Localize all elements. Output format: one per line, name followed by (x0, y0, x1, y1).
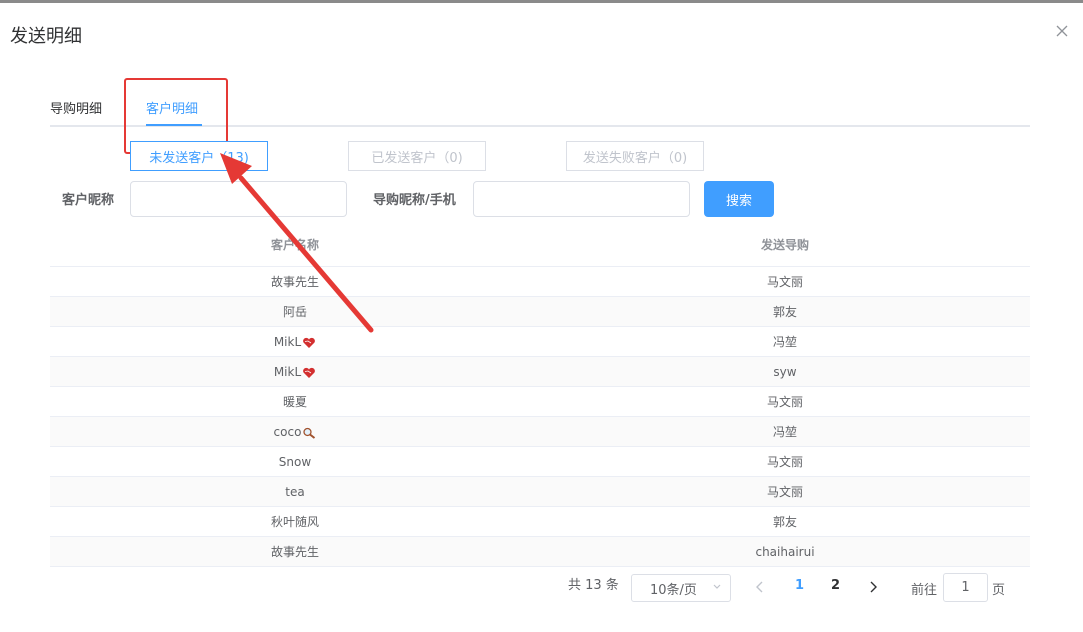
goto-prefix-label: 前往 (911, 583, 938, 598)
sending-guide-cell: syw (773, 365, 797, 379)
customer-name-text: 故事先生 (270, 545, 319, 559)
customer-nickname-label: 客户昵称 (62, 193, 115, 208)
customer-name-text: MikL (273, 335, 302, 349)
table-row: tea 马文丽 (50, 477, 1030, 507)
table-row: 故事先生 chaihairui (50, 537, 1030, 567)
tab-guide-detail[interactable]: 导购明细 (50, 98, 102, 117)
customer-name-cell: coco (50, 417, 540, 446)
table-row: Snow 马文丽 (50, 447, 1030, 477)
table-row: 阿岳 郭友 (50, 297, 1030, 327)
customer-nickname-input[interactable] (130, 181, 347, 217)
table-header: 客户名称 发送导购 (50, 230, 1030, 267)
customer-name-cell: 暖夏 (50, 387, 540, 416)
sending-guide-cell: 马文丽 (766, 395, 803, 409)
customer-table: 客户名称 发送导购 故事先生 马文丽 阿岳 郭友 MikL 冯堃 MikL syw 暖夏 马文丽 c… (50, 230, 1030, 567)
magnifier-emoji-icon (303, 427, 316, 439)
filter-unsent-customers-button[interactable]: 未发送客户（13) (130, 141, 268, 171)
sending-guide-cell: 马文丽 (766, 485, 803, 499)
guide-nickname-phone-input[interactable] (473, 181, 690, 217)
search-button[interactable]: 搜索 (704, 181, 774, 217)
customer-name-cell: 故事先生 (50, 537, 540, 566)
customer-name-cell: MikL (50, 357, 540, 386)
customer-name-text: tea (285, 485, 305, 499)
table-row: 故事先生 马文丽 (50, 267, 1030, 297)
customer-name-cell: 故事先生 (50, 267, 540, 296)
sending-guide-cell: 马文丽 (766, 455, 803, 469)
sending-guide-cell: 郭友 (772, 305, 797, 319)
table-row: MikL syw (50, 357, 1030, 387)
window-top-border (0, 0, 1083, 3)
customer-name-text: coco (273, 425, 302, 439)
sending-guide-cell: 冯堃 (772, 335, 797, 349)
customer-name-text: 故事先生 (270, 275, 319, 289)
table-body: 故事先生 马文丽 阿岳 郭友 MikL 冯堃 MikL syw 暖夏 马文丽 coco 冯堃 Snow 马… (50, 267, 1030, 567)
customer-name-cell: MikL (50, 327, 540, 356)
customer-name-cell: tea (50, 477, 540, 506)
table-row: 暖夏 马文丽 (50, 387, 1030, 417)
page-number-2[interactable]: 2 (831, 578, 840, 593)
table-row: coco 冯堃 (50, 417, 1030, 447)
customer-name-text: 暖夏 (282, 395, 307, 409)
heart-emoji-icon (303, 337, 316, 348)
pagination-total: 共 13 条 (568, 578, 619, 593)
close-icon[interactable] (1053, 22, 1071, 40)
dialog-title: 发送明细 (10, 26, 82, 47)
sending-guide-cell: 冯堃 (772, 425, 797, 439)
page-number-1[interactable]: 1 (795, 578, 804, 593)
sending-guide-cell: 马文丽 (766, 275, 803, 289)
customer-name-text: 秋叶随风 (270, 515, 319, 529)
customer-name-text: 阿岳 (282, 305, 307, 319)
customer-name-text: MikL (273, 365, 302, 379)
customer-name-cell: 阿岳 (50, 297, 540, 326)
prev-page-icon[interactable] (753, 578, 767, 596)
page-size-value: 10条/页 (650, 582, 697, 598)
table-row: MikL 冯堃 (50, 327, 1030, 357)
next-page-icon[interactable] (866, 578, 880, 596)
customer-name-text: Snow (278, 455, 312, 469)
page-size-select[interactable]: 10条/页 (631, 574, 731, 602)
customer-name-cell: Snow (50, 447, 540, 476)
customer-name-cell: 秋叶随风 (50, 507, 540, 536)
sending-guide-cell: 郭友 (772, 515, 797, 529)
filter-failed-customers-button[interactable]: 发送失败客户（0) (566, 141, 704, 171)
chevron-down-icon (713, 584, 721, 589)
column-header-sending-guide: 发送导购 (760, 238, 809, 252)
heart-emoji-icon (303, 367, 316, 378)
goto-suffix-label: 页 (992, 583, 1006, 598)
sending-guide-cell: chaihairui (755, 545, 815, 559)
column-header-customer-name: 客户名称 (270, 238, 319, 252)
goto-page-input[interactable]: 1 (943, 573, 988, 602)
guide-nickname-phone-label: 导购昵称/手机 (373, 193, 456, 208)
filter-sent-customers-button[interactable]: 已发送客户（0) (348, 141, 486, 171)
table-row: 秋叶随风 郭友 (50, 507, 1030, 537)
